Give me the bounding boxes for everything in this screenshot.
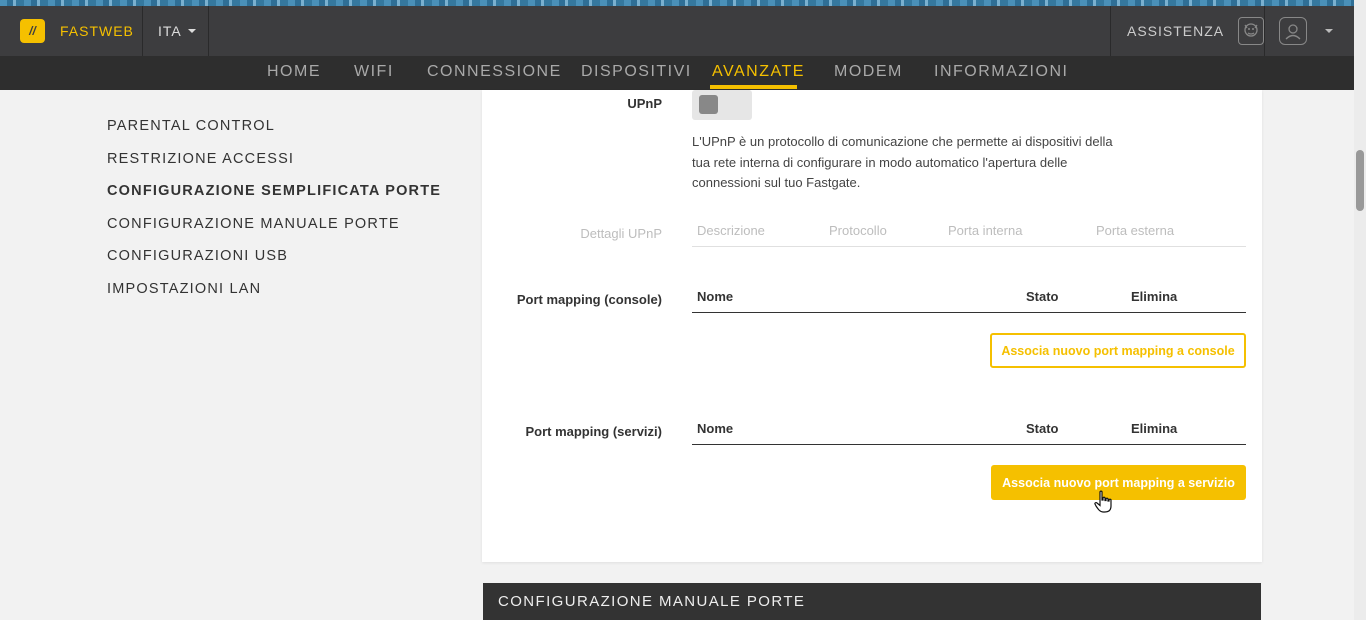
sidebar-item-configurazione-semplificata-porte[interactable]: CONFIGURAZIONE SEMPLIFICATA PORTE xyxy=(107,183,447,216)
language-selector[interactable]: ITA xyxy=(143,6,209,56)
brand-logo-link[interactable]: // FASTWEB xyxy=(0,6,143,56)
column-descrizione: Descrizione xyxy=(697,223,765,238)
brand-name: FASTWEB xyxy=(60,23,134,39)
chevron-down-icon xyxy=(187,29,196,33)
upnp-label: UPnP xyxy=(627,96,662,111)
scrollbar-thumb[interactable] xyxy=(1356,150,1364,211)
column-protocollo: Protocollo xyxy=(829,223,887,238)
page-scrollbar[interactable] xyxy=(1354,0,1366,620)
port-configuration-panel: UPnP L'UPnP è un protocollo di comunicaz… xyxy=(482,90,1262,562)
column-stato: Stato xyxy=(1026,289,1059,304)
sidebar-item-impostazioni-lan[interactable]: IMPOSTAZIONI LAN xyxy=(107,281,447,314)
nav-item-connessione[interactable]: CONNESSIONE xyxy=(427,63,562,81)
upnp-details-table-header: Descrizione Protocollo Porta interna Por… xyxy=(692,223,1246,247)
user-avatar-icon xyxy=(1279,17,1307,45)
fastweb-logo-icon: // xyxy=(20,19,45,43)
toggle-knob xyxy=(699,95,718,114)
console-mapping-table-header: Nome Stato Elimina xyxy=(692,289,1246,313)
console-mapping-label: Port mapping (console) xyxy=(516,292,662,307)
column-porta-esterna: Porta esterna xyxy=(1096,223,1175,238)
service-mapping-label: Port mapping (servizi) xyxy=(525,424,662,439)
assistant-face-icon xyxy=(1238,17,1264,45)
assistance-button[interactable]: ASSISTENZA xyxy=(1110,6,1265,56)
section-title: CONFIGURAZIONE MANUALE PORTE xyxy=(498,593,806,610)
column-stato: Stato xyxy=(1026,421,1059,436)
nav-item-avanzate[interactable]: AVANZATE xyxy=(712,63,805,81)
language-label: ITA xyxy=(158,23,182,39)
upnp-toggle[interactable] xyxy=(692,90,752,120)
nav-item-dispositivi[interactable]: DISPOSITIVI xyxy=(581,63,692,81)
column-elimina: Elimina xyxy=(1131,421,1178,436)
section-header-configurazione-manuale: CONFIGURAZIONE MANUALE PORTE xyxy=(483,583,1261,620)
nav-item-wifi[interactable]: WIFI xyxy=(354,63,394,81)
column-elimina: Elimina xyxy=(1131,289,1178,304)
nav-item-home[interactable]: HOME xyxy=(267,63,321,81)
advanced-sidebar: PARENTAL CONTROL RESTRIZIONE ACCESSI CON… xyxy=(107,118,447,313)
column-nome: Nome xyxy=(697,421,734,436)
main-navigation: HOME WIFI CONNESSIONE DISPOSITIVI AVANZA… xyxy=(0,56,1354,90)
user-menu[interactable] xyxy=(1265,6,1347,56)
nav-item-modem[interactable]: MODEM xyxy=(834,63,903,81)
sidebar-item-configurazione-manuale-porte[interactable]: CONFIGURAZIONE MANUALE PORTE xyxy=(107,216,447,249)
chevron-down-icon xyxy=(1325,29,1333,33)
active-tab-indicator xyxy=(710,85,797,89)
column-porta-interna: Porta interna xyxy=(948,223,1023,238)
column-nome: Nome xyxy=(697,289,734,304)
hand-cursor-icon xyxy=(1094,490,1112,513)
upnp-description: L'UPnP è un protocollo di comunicazione … xyxy=(692,134,1113,190)
sidebar-item-configurazioni-usb[interactable]: CONFIGURAZIONI USB xyxy=(107,248,447,281)
sidebar-item-restrizione-accessi[interactable]: RESTRIZIONE ACCESSI xyxy=(107,151,447,184)
sidebar-item-parental-control[interactable]: PARENTAL CONTROL xyxy=(107,118,447,151)
nav-item-informazioni[interactable]: INFORMAZIONI xyxy=(934,63,1068,81)
top-header: // FASTWEB ITA ASSISTENZA xyxy=(0,0,1366,56)
upnp-details-label: Dettagli UPnP xyxy=(580,226,662,241)
add-console-mapping-button[interactable]: Associa nuovo port mapping a console xyxy=(990,333,1246,368)
assistance-label: ASSISTENZA xyxy=(1127,23,1225,39)
add-service-mapping-button[interactable]: Associa nuovo port mapping a servizio xyxy=(991,465,1246,500)
service-mapping-table-header: Nome Stato Elimina xyxy=(692,421,1246,445)
